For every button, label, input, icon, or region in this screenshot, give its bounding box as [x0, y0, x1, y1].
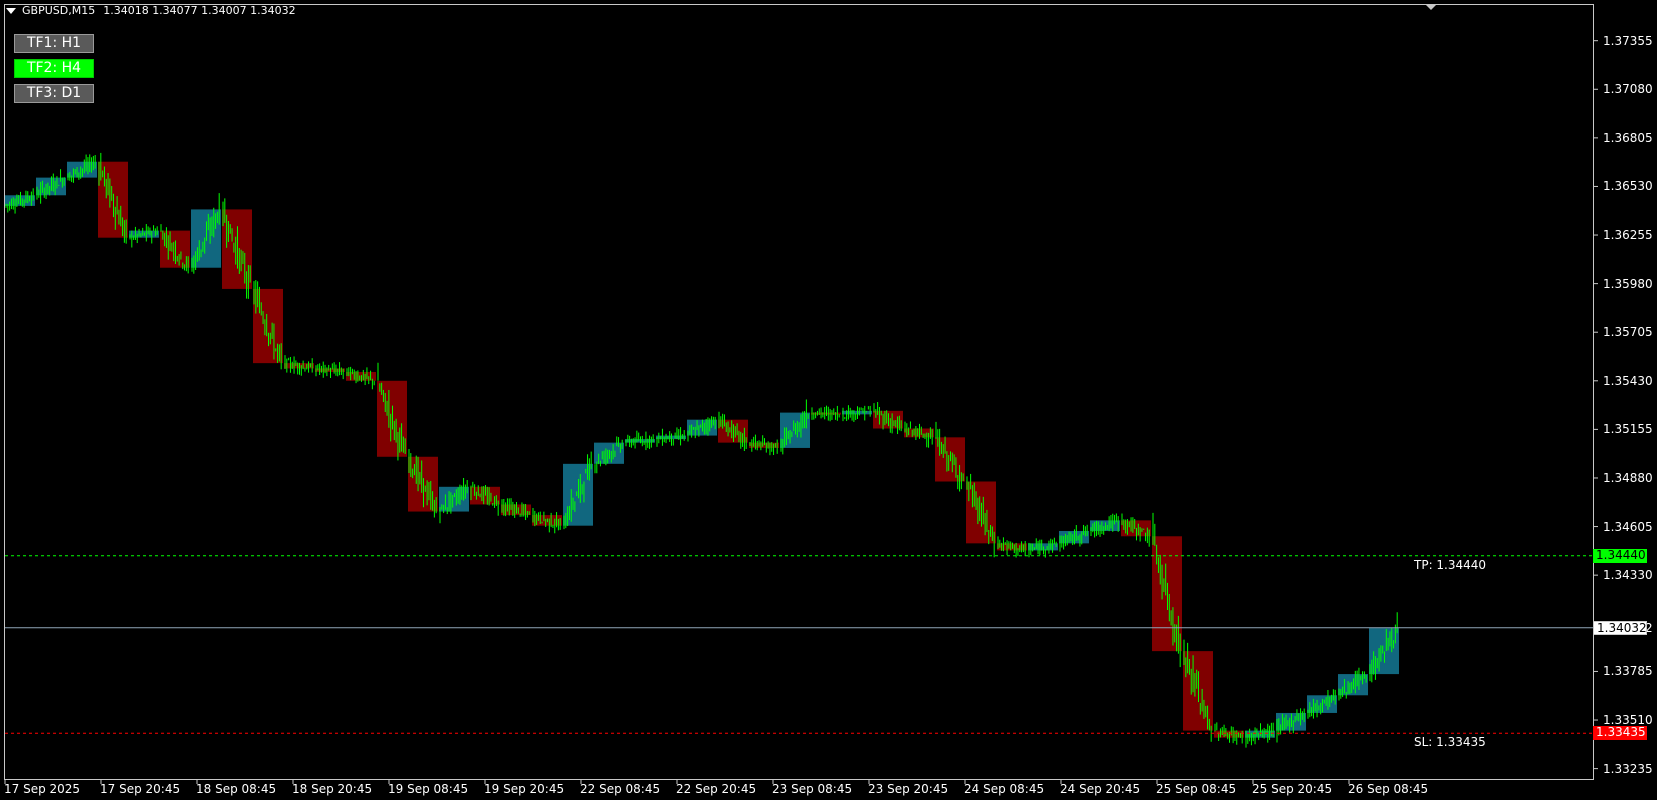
price-axis-label: 1.35430 — [1603, 373, 1653, 388]
price-axis-label: 1.36805 — [1603, 130, 1653, 145]
sl-line-label: SL: 1.33435 — [1414, 735, 1486, 750]
time-axis-label: 22 Sep 20:45 — [676, 782, 757, 796]
price-axis-label: 1.34880 — [1603, 470, 1653, 485]
tp-line-label: TP: 1.34440 — [1414, 557, 1487, 572]
price-axis-label: 1.33235 — [1603, 761, 1653, 776]
symbol-timeframe: GBPUSD,M15 — [22, 4, 96, 17]
price-axis-label: 1.33785 — [1603, 664, 1653, 679]
price-axis-label: 1.35155 — [1603, 422, 1653, 437]
price-axis-label: 1.36255 — [1603, 228, 1653, 243]
price-axis-label: 1.34330 — [1603, 568, 1653, 583]
time-axis-label: 23 Sep 20:45 — [868, 782, 949, 796]
price-axis-label: 1.35980 — [1603, 276, 1653, 291]
time-axis-label: 24 Sep 08:45 — [964, 782, 1045, 796]
tp-price-tag: 1.34440 — [1593, 548, 1647, 563]
time-axis-label: 25 Sep 08:45 — [1156, 782, 1237, 796]
price-axis-label: 1.37080 — [1603, 82, 1653, 97]
time-axis-label: 17 Sep 20:45 — [100, 782, 181, 796]
price-axis-label: 1.34605 — [1603, 519, 1653, 534]
time-axis-label: 17 Sep 2025 — [4, 782, 81, 796]
time-axis-label: 18 Sep 20:45 — [292, 782, 373, 796]
chart-shift-marker-icon[interactable] — [1425, 4, 1437, 10]
timeframe-button-1[interactable]: TF1: H1 — [14, 34, 94, 53]
chart-header: GBPUSD,M15 1.34018 1.34077 1.34007 1.340… — [6, 4, 296, 17]
timeframe-button-2[interactable]: TF2: H4 — [14, 59, 94, 78]
time-axis-label: 25 Sep 20:45 — [1252, 782, 1333, 796]
ohlc-values: 1.34018 1.34077 1.34007 1.34032 — [103, 4, 296, 17]
sl-price-tag: 1.33435 — [1593, 726, 1647, 741]
time-axis-label: 23 Sep 08:45 — [772, 782, 853, 796]
collapse-triangle-icon[interactable] — [6, 7, 16, 14]
time-axis-label: 22 Sep 08:45 — [580, 782, 661, 796]
time-axis-label: 26 Sep 08:45 — [1348, 782, 1429, 796]
price-chart[interactable] — [0, 0, 1657, 800]
time-axis-label: 18 Sep 08:45 — [196, 782, 277, 796]
price-axis-label: 1.37355 — [1603, 33, 1653, 48]
time-axis-label: 19 Sep 20:45 — [484, 782, 565, 796]
time-axis-label: 24 Sep 20:45 — [1060, 782, 1141, 796]
current-price-tag: 1.34032 — [1593, 620, 1647, 635]
timeframe-button-3[interactable]: TF3: D1 — [14, 84, 94, 103]
time-axis-label: 19 Sep 08:45 — [388, 782, 469, 796]
price-axis-label: 1.35705 — [1603, 325, 1653, 340]
trading-terminal-window: GBPUSD,M15 1.34018 1.34077 1.34007 1.340… — [0, 0, 1657, 800]
price-axis-label: 1.36530 — [1603, 179, 1653, 194]
